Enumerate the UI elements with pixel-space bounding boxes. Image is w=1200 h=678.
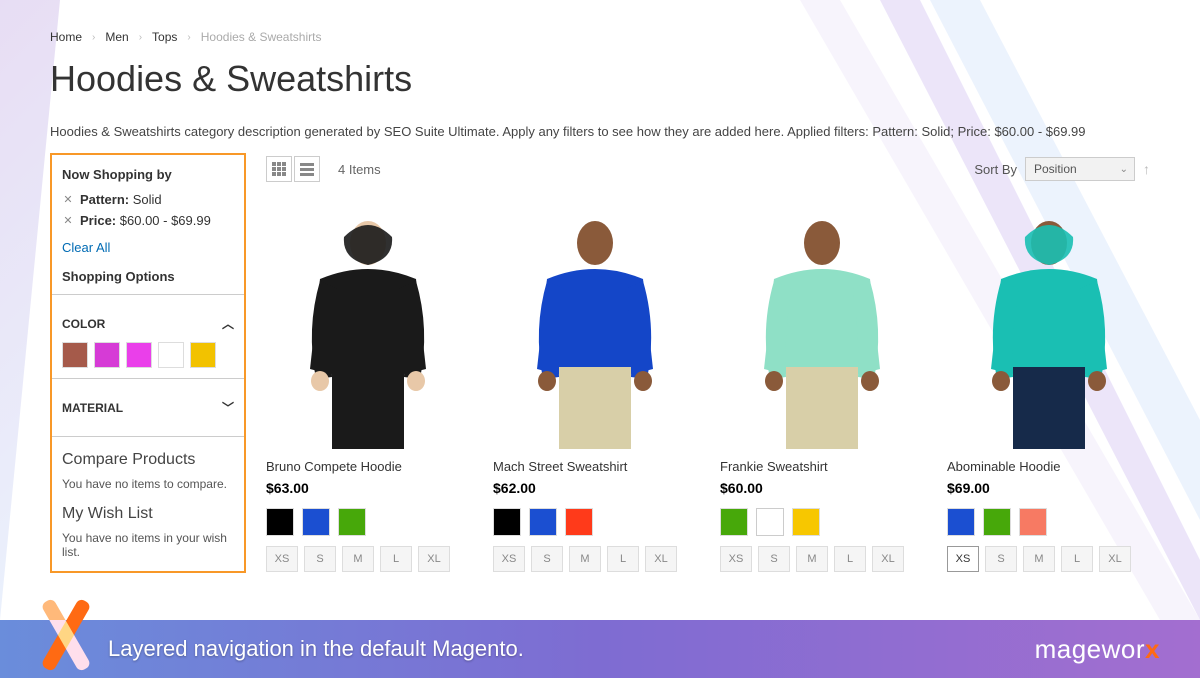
product-size-option[interactable]: L: [834, 546, 866, 572]
product-name[interactable]: Frankie Sweatshirt: [720, 459, 923, 474]
sort-by-label: Sort By: [974, 162, 1017, 177]
color-swatch[interactable]: [62, 342, 88, 368]
wishlist-title: My Wish List: [62, 505, 234, 523]
compare-title: Compare Products: [62, 451, 234, 469]
product-image[interactable]: [720, 209, 923, 449]
product-color-swatch[interactable]: [493, 508, 521, 536]
filter-color-toggle[interactable]: COLOR ︿: [62, 305, 234, 342]
filter-material-toggle[interactable]: MATERIAL ﹀: [62, 389, 234, 426]
compare-empty-msg: You have no items to compare.: [62, 477, 234, 491]
product-size-option[interactable]: XL: [1099, 546, 1131, 572]
chevron-down-icon: ⌄: [1120, 164, 1128, 175]
category-description: Hoodies & Sweatshirts category descripti…: [50, 124, 1150, 139]
product-size-option[interactable]: XS: [493, 546, 525, 572]
breadcrumb-home[interactable]: Home: [50, 30, 82, 44]
product-size-option[interactable]: XS: [720, 546, 752, 572]
color-swatch[interactable]: [158, 342, 184, 368]
product-size-option[interactable]: S: [985, 546, 1017, 572]
product-name[interactable]: Mach Street Sweatshirt: [493, 459, 696, 474]
now-shopping-title: Now Shopping by: [62, 167, 234, 182]
layered-nav-sidebar: Now Shopping by ✕ Pattern: Solid ✕ Price…: [50, 153, 246, 573]
product-size-option[interactable]: XL: [418, 546, 450, 572]
product-size-option[interactable]: S: [531, 546, 563, 572]
product-card[interactable]: Mach Street Sweatshirt $62.00 XSSMLXL: [493, 209, 696, 572]
product-image[interactable]: [266, 209, 469, 449]
product-color-swatch[interactable]: [529, 508, 557, 536]
breadcrumb-men[interactable]: Men: [105, 30, 128, 44]
product-size-option[interactable]: M: [342, 546, 374, 572]
product-color-swatch[interactable]: [756, 508, 784, 536]
remove-filter-icon[interactable]: ✕: [62, 194, 74, 206]
product-price: $63.00: [266, 480, 469, 496]
breadcrumb-current: Hoodies & Sweatshirts: [201, 30, 322, 44]
chevron-down-icon: ﹀: [222, 399, 234, 416]
shopping-options-title: Shopping Options: [62, 269, 234, 284]
product-price: $69.00: [947, 480, 1150, 496]
footer-banner: Layered navigation in the default Magent…: [0, 620, 1200, 678]
product-card[interactable]: Bruno Compete Hoodie $63.00 XSSMLXL: [266, 209, 469, 572]
footer-caption: Layered navigation in the default Magent…: [108, 636, 524, 662]
sort-direction-button[interactable]: ↑: [1143, 161, 1150, 177]
sort-by-select[interactable]: Position ⌄: [1025, 157, 1135, 181]
view-list-button[interactable]: [294, 156, 320, 182]
product-price: $62.00: [493, 480, 696, 496]
product-color-swatch[interactable]: [266, 508, 294, 536]
product-card[interactable]: Abominable Hoodie $69.00 XSSMLXL: [947, 209, 1150, 572]
product-size-option[interactable]: L: [380, 546, 412, 572]
product-color-swatch[interactable]: [720, 508, 748, 536]
product-card[interactable]: Frankie Sweatshirt $60.00 XSSMLXL: [720, 209, 923, 572]
product-image[interactable]: [493, 209, 696, 449]
product-size-option[interactable]: M: [796, 546, 828, 572]
product-color-swatch[interactable]: [565, 508, 593, 536]
product-color-swatch[interactable]: [983, 508, 1011, 536]
product-size-option[interactable]: L: [1061, 546, 1093, 572]
color-swatch[interactable]: [190, 342, 216, 368]
product-color-swatch[interactable]: [792, 508, 820, 536]
product-size-option[interactable]: M: [569, 546, 601, 572]
product-color-swatch[interactable]: [1019, 508, 1047, 536]
product-size-option[interactable]: L: [607, 546, 639, 572]
applied-filter-pattern: ✕ Pattern: Solid: [62, 192, 234, 207]
item-count: 4 Items: [338, 162, 381, 177]
clear-all-link[interactable]: Clear All: [62, 240, 110, 255]
product-image[interactable]: [947, 209, 1150, 449]
footer-brand: mageworx: [1035, 634, 1160, 665]
breadcrumb: Home› Men› Tops› Hoodies & Sweatshirts: [50, 30, 1150, 44]
product-size-option[interactable]: XS: [266, 546, 298, 572]
product-price: $60.00: [720, 480, 923, 496]
product-color-swatch[interactable]: [302, 508, 330, 536]
breadcrumb-tops[interactable]: Tops: [152, 30, 177, 44]
product-size-option[interactable]: S: [304, 546, 336, 572]
remove-filter-icon[interactable]: ✕: [62, 215, 74, 227]
wishlist-empty-msg: You have no items in your wish list.: [62, 531, 234, 559]
product-color-swatch[interactable]: [338, 508, 366, 536]
chevron-up-icon: ︿: [222, 315, 234, 332]
applied-filter-price: ✕ Price: $60.00 - $69.99: [62, 213, 234, 228]
brand-x-icon: [40, 599, 92, 671]
page-title: Hoodies & Sweatshirts: [50, 58, 1150, 100]
product-size-option[interactable]: M: [1023, 546, 1055, 572]
product-size-option[interactable]: XS: [947, 546, 979, 572]
product-size-option[interactable]: S: [758, 546, 790, 572]
product-size-option[interactable]: XL: [872, 546, 904, 572]
product-name[interactable]: Bruno Compete Hoodie: [266, 459, 469, 474]
product-size-option[interactable]: XL: [645, 546, 677, 572]
product-color-swatch[interactable]: [947, 508, 975, 536]
view-grid-button[interactable]: [266, 156, 292, 182]
toolbar: 4 Items Sort By Position ⌄ ↑: [266, 153, 1150, 185]
product-name[interactable]: Abominable Hoodie: [947, 459, 1150, 474]
color-swatch[interactable]: [126, 342, 152, 368]
color-swatch[interactable]: [94, 342, 120, 368]
